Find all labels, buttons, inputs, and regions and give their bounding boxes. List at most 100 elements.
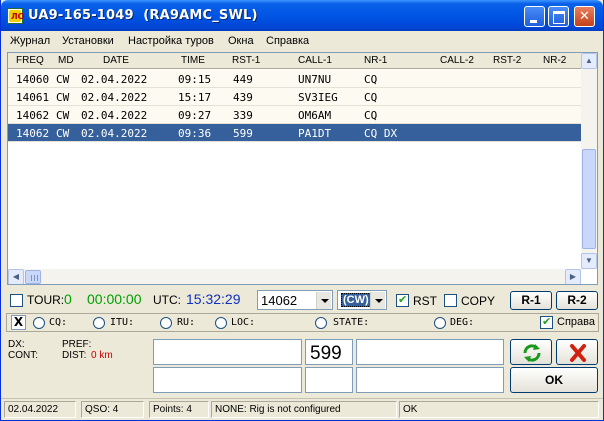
menu-windows[interactable]: Окна bbox=[228, 35, 254, 47]
cell-date: 02.04.2022 bbox=[81, 109, 148, 122]
radio-deg-label: DEG: bbox=[450, 317, 475, 328]
menu-tour-setup[interactable]: Настройка туров bbox=[128, 35, 214, 47]
cell-time: 09:27 bbox=[178, 109, 212, 122]
status-state: OK bbox=[399, 401, 599, 418]
dist-value: 0 km bbox=[91, 350, 113, 361]
col-rst2[interactable]: RST-2 bbox=[493, 55, 521, 66]
copy-label: COPY bbox=[461, 294, 496, 308]
vertical-scroll-thumb[interactable] bbox=[582, 149, 596, 249]
radio-cq[interactable] bbox=[33, 317, 45, 329]
tour-count: 0 bbox=[64, 291, 72, 307]
col-nr1[interactable]: NR-1 bbox=[364, 55, 387, 66]
refresh-button[interactable] bbox=[510, 339, 552, 365]
col-call1[interactable]: CALL-1 bbox=[298, 55, 332, 66]
help-label: Справа bbox=[557, 316, 595, 328]
copy-checkbox[interactable] bbox=[444, 294, 457, 307]
rst-label: RST bbox=[413, 294, 437, 308]
log-grid[interactable]: FREQ MD DATE TIME RST-1 CALL-1 NR-1 CALL… bbox=[7, 52, 598, 285]
status-points: Points: 4 bbox=[149, 401, 209, 418]
frequency-value: 14062 bbox=[261, 293, 298, 308]
scroll-up-icon[interactable]: ▲ bbox=[581, 53, 597, 69]
col-md[interactable]: MD bbox=[58, 55, 74, 66]
menu-settings[interactable]: Установки bbox=[62, 35, 114, 47]
title-bar[interactable]: ЛΟ UA9-165-1049 (RA9AMC_SWL) ✕ bbox=[1, 0, 603, 31]
minimize-icon bbox=[525, 7, 544, 26]
cell-time: 09:36 bbox=[178, 127, 212, 140]
utc-clock: 15:32:29 bbox=[186, 291, 241, 307]
maximize-button[interactable] bbox=[548, 6, 569, 27]
radio-deg[interactable] bbox=[434, 317, 446, 329]
table-row[interactable]: 14060 CW 02.04.2022 09:15 449 UN7NU CQ bbox=[8, 70, 581, 88]
col-freq[interactable]: FREQ bbox=[16, 55, 44, 66]
cell-nr1: CQ bbox=[364, 91, 378, 104]
chevron-down-icon[interactable] bbox=[316, 292, 331, 309]
cell-md: CW bbox=[56, 73, 70, 86]
cell-date: 02.04.2022 bbox=[81, 127, 148, 140]
tour-checkbox[interactable] bbox=[10, 294, 23, 307]
chevron-down-icon[interactable] bbox=[370, 292, 385, 309]
call2-field[interactable] bbox=[153, 367, 302, 393]
col-nr2[interactable]: NR-2 bbox=[543, 55, 566, 66]
radio-state[interactable] bbox=[315, 317, 327, 329]
col-rst1[interactable]: RST-1 bbox=[232, 55, 260, 66]
rst2-field[interactable] bbox=[305, 367, 353, 393]
call-field[interactable] bbox=[153, 339, 302, 365]
cell-freq: 14061 bbox=[16, 91, 50, 104]
cell-call1: PA1DT bbox=[298, 127, 332, 140]
ok-button[interactable]: OK bbox=[510, 367, 598, 393]
menu-journal[interactable]: Журнал bbox=[10, 35, 50, 47]
rst-checkbox[interactable] bbox=[396, 293, 409, 307]
horizontal-scroll-thumb[interactable] bbox=[25, 270, 41, 284]
cell-time: 15:17 bbox=[178, 91, 212, 104]
r2-button[interactable]: R-2 bbox=[556, 291, 598, 310]
col-call2[interactable]: CALL-2 bbox=[440, 55, 474, 66]
cell-date: 02.04.2022 bbox=[81, 91, 148, 104]
menu-help[interactable]: Справка bbox=[266, 35, 309, 47]
cont-label: CONT: bbox=[8, 350, 38, 361]
maximize-icon bbox=[549, 7, 568, 26]
scroll-left-icon[interactable]: ◀ bbox=[8, 269, 24, 284]
tour-label: TOUR: bbox=[27, 293, 65, 307]
delete-button[interactable] bbox=[556, 339, 598, 365]
nr-field[interactable] bbox=[356, 339, 504, 365]
minimize-button[interactable] bbox=[524, 6, 545, 27]
utc-label: UTC: bbox=[153, 293, 181, 307]
radio-loc[interactable] bbox=[215, 317, 227, 329]
horizontal-scrollbar[interactable]: ◀ ▶ bbox=[8, 269, 581, 284]
cell-md: CW bbox=[56, 127, 70, 140]
main-window: ЛΟ UA9-165-1049 (RA9AMC_SWL) ✕ Журнал Ус… bbox=[0, 0, 604, 421]
col-time[interactable]: TIME bbox=[181, 55, 205, 66]
grid-header: FREQ MD DATE TIME RST-1 CALL-1 NR-1 CALL… bbox=[8, 53, 581, 69]
radio-cq-label: CQ: bbox=[49, 317, 68, 328]
scroll-right-icon[interactable]: ▶ bbox=[565, 269, 581, 284]
vertical-scrollbar[interactable]: ▲ ▼ bbox=[581, 53, 597, 269]
close-filter-button[interactable]: X bbox=[11, 315, 26, 330]
r1-button[interactable]: R-1 bbox=[510, 291, 552, 310]
table-row[interactable]: 14062 CW 02.04.2022 09:27 339 OM6AM CQ bbox=[8, 106, 581, 124]
col-date[interactable]: DATE bbox=[103, 55, 129, 66]
scroll-down-icon[interactable]: ▼ bbox=[581, 253, 597, 269]
cell-rst1: 449 bbox=[233, 73, 253, 86]
frequency-select[interactable]: 14062 bbox=[257, 290, 333, 310]
cell-rst1: 339 bbox=[233, 109, 253, 122]
radio-itu[interactable] bbox=[93, 317, 105, 329]
close-icon: ✕ bbox=[579, 9, 590, 24]
close-button[interactable]: ✕ bbox=[574, 6, 595, 27]
tour-timer: 00:00:00 bbox=[87, 291, 142, 307]
radio-ru[interactable] bbox=[160, 317, 172, 329]
cell-call1: OM6AM bbox=[298, 109, 332, 122]
radio-ru-label: RU: bbox=[177, 317, 196, 328]
table-row[interactable]: 14061 CW 02.04.2022 15:17 439 SV3IEG CQ bbox=[8, 88, 581, 106]
filter-row: X CQ: ITU: RU: LOC: STATE: DEG: Справа bbox=[6, 313, 599, 332]
table-row-selected[interactable]: 14062 CW 02.04.2022 09:36 599 PA1DT CQ D… bbox=[8, 124, 581, 142]
rst-field[interactable]: 599 bbox=[305, 339, 353, 365]
cell-time: 09:15 bbox=[178, 73, 212, 86]
cell-call1: SV3IEG bbox=[298, 91, 338, 104]
status-rig: NONE: Rig is not configured bbox=[211, 401, 397, 418]
nr2-field[interactable] bbox=[356, 367, 504, 393]
help-checkbox[interactable] bbox=[540, 315, 553, 329]
mode-select[interactable]: (CW) bbox=[337, 290, 387, 310]
radio-loc-label: LOC: bbox=[231, 317, 256, 328]
cell-rst1: 599 bbox=[233, 127, 253, 140]
app-logo-icon: ЛΟ bbox=[7, 8, 24, 24]
